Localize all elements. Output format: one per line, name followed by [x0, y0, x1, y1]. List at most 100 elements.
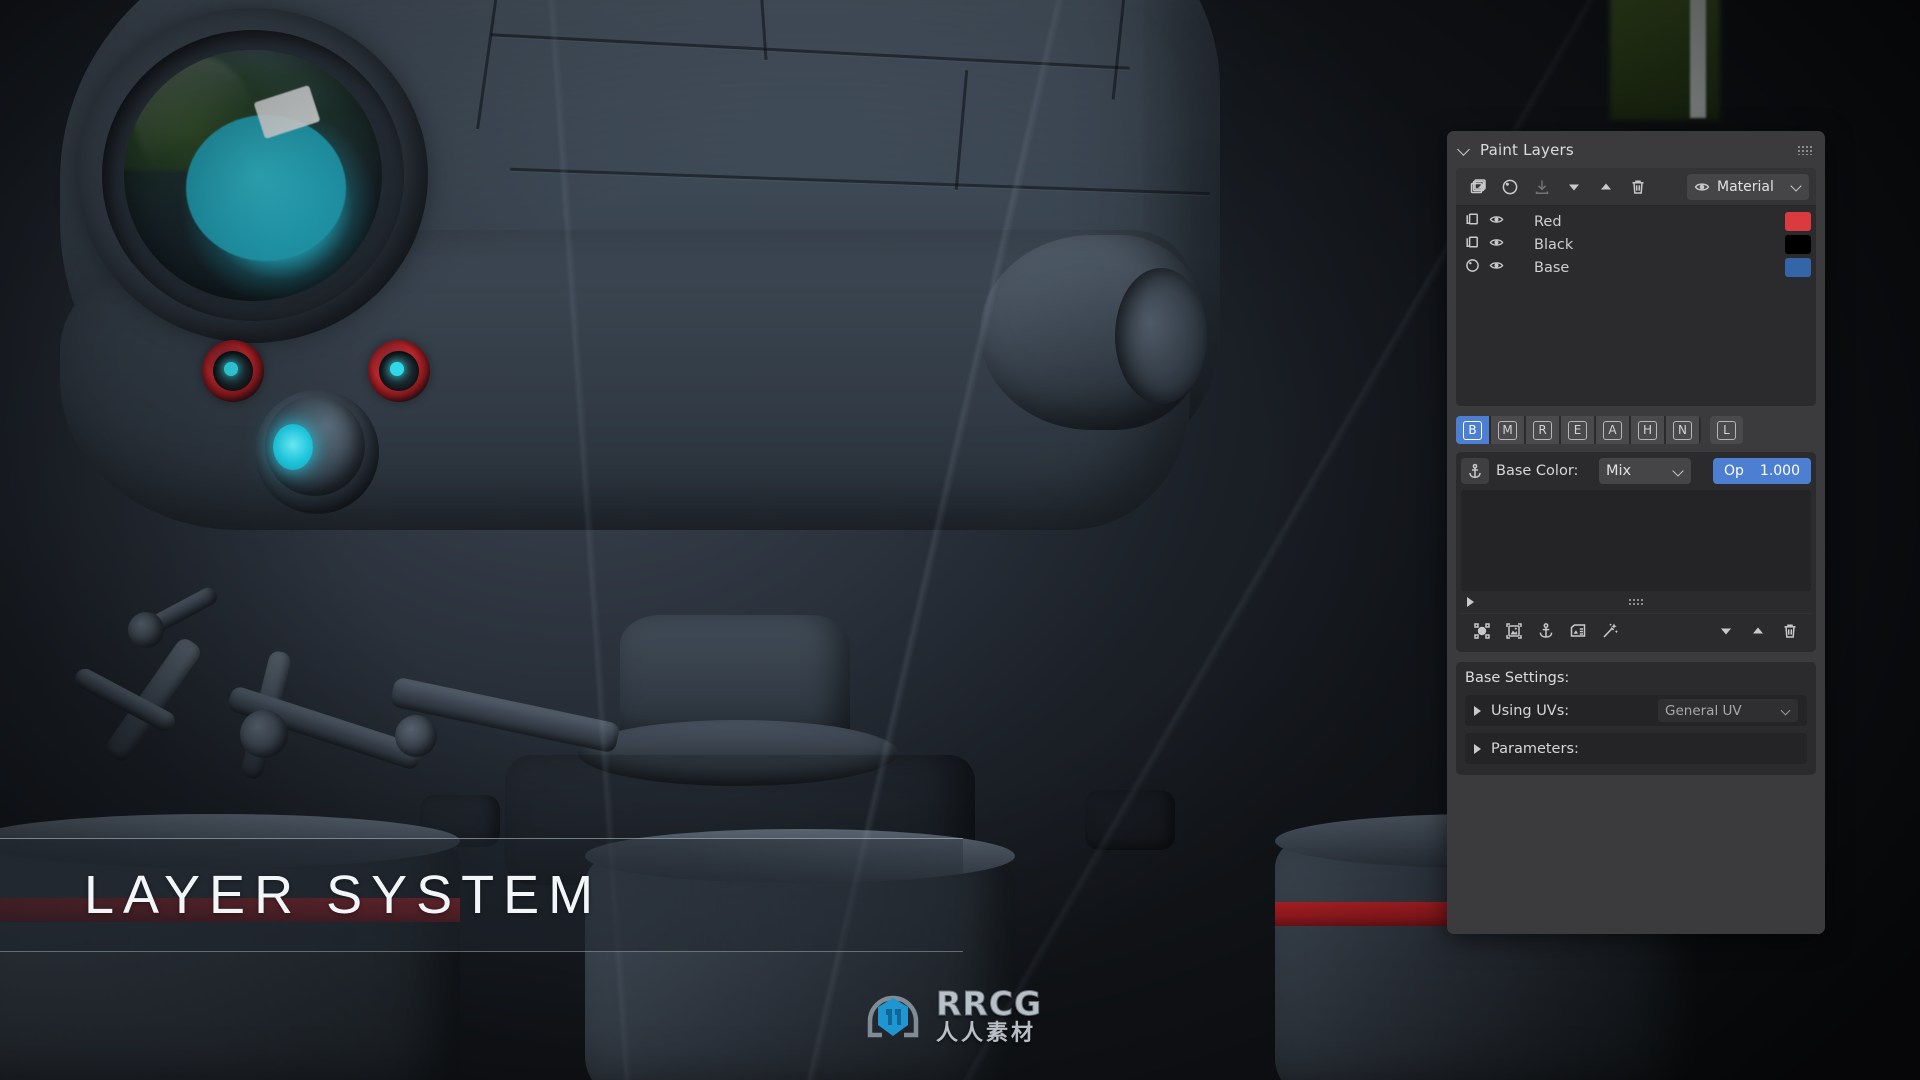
layer-color-swatch[interactable]: [1785, 212, 1811, 231]
add-paint-layer-button[interactable]: [1463, 173, 1493, 201]
channel-button-row: B M R E A H N L: [1456, 415, 1816, 445]
channel-alpha[interactable]: A: [1596, 416, 1629, 444]
parameters-label: Parameters:: [1491, 740, 1579, 757]
layer-name: Base: [1534, 259, 1570, 276]
robot-lens-inner-ring: [102, 30, 404, 321]
add-decal-node-button[interactable]: [1563, 618, 1593, 644]
node-list-footer: [1461, 591, 1811, 613]
robot-ball-led: [273, 424, 313, 470]
lens-sheen: [134, 55, 253, 181]
layer-row-base[interactable]: Base: [1456, 256, 1816, 279]
layer-list[interactable]: Red Black Base: [1456, 206, 1816, 406]
rrcg-logo-icon: [862, 985, 924, 1047]
import-layer-button[interactable]: [1527, 173, 1557, 201]
watermark: RRCG 人人素材: [862, 985, 1042, 1047]
node-list-canvas[interactable]: [1461, 490, 1811, 591]
robot-wedge-plate: [1245, 460, 1375, 565]
triangle-right-icon[interactable]: [1474, 743, 1481, 754]
channel-label: L: [1717, 420, 1736, 440]
base-settings-section: Base Settings: Using UVs: General UV Par…: [1456, 662, 1816, 775]
layer-row-red[interactable]: Red: [1456, 210, 1816, 233]
eye-icon: [1694, 182, 1710, 191]
channel-metallic[interactable]: M: [1491, 416, 1524, 444]
channel-label: A: [1603, 420, 1622, 440]
channel-roughness[interactable]: R: [1526, 416, 1559, 444]
channel-editor-header: Base Color: Mix Op 1.000: [1461, 457, 1811, 485]
move-node-up-button[interactable]: [1743, 618, 1773, 644]
panel-seam: [954, 70, 969, 190]
triangle-right-icon[interactable]: [1467, 597, 1474, 607]
add-material-layer-button[interactable]: [1495, 173, 1525, 201]
opacity-label: Op: [1724, 463, 1744, 479]
channel-label: B: [1463, 420, 1482, 440]
screen-root: LAYER SYSTEM RRCG 人人素材 Paint Layers Mate…: [0, 0, 1920, 1080]
uv-select[interactable]: General UV: [1658, 699, 1798, 722]
channel-label: R: [1533, 420, 1552, 440]
delete-layer-button[interactable]: [1623, 173, 1653, 201]
layer-visibility-toggle[interactable]: [1489, 235, 1504, 254]
add-effect-node-button[interactable]: [1595, 618, 1625, 644]
layer-visibility-toggle[interactable]: [1489, 212, 1504, 231]
robot-arm-joint: [240, 710, 288, 758]
robot-small-cylinder: [1085, 790, 1175, 850]
uv-select-value: General UV: [1665, 702, 1742, 719]
using-uvs-label: Using UVs:: [1491, 702, 1570, 719]
robot-ball-joint: [265, 396, 365, 496]
channel-label: M: [1498, 420, 1517, 440]
add-color-node-button[interactable]: [1467, 618, 1497, 644]
layer-toolbar: Material: [1456, 168, 1816, 206]
channel-base-color[interactable]: B: [1456, 416, 1489, 444]
panel-seam: [755, 0, 768, 60]
watermark-subtitle: 人人素材: [936, 1021, 1037, 1046]
layer-color-swatch[interactable]: [1785, 235, 1811, 254]
layer-stack-section: Material Red Black Base: [1456, 168, 1816, 406]
chevron-down-icon: [1791, 181, 1802, 192]
parameters-row[interactable]: Parameters:: [1465, 733, 1807, 764]
blend-mode-value: Mix: [1606, 463, 1632, 479]
channel-label: H: [1638, 420, 1657, 440]
triangle-right-icon[interactable]: [1474, 705, 1481, 716]
delete-node-button[interactable]: [1775, 618, 1805, 644]
using-uvs-row[interactable]: Using UVs: General UV: [1465, 695, 1807, 726]
panel-header[interactable]: Paint Layers: [1447, 131, 1825, 168]
channel-label: E: [1568, 420, 1587, 440]
panel-seam: [1111, 0, 1132, 100]
add-texture-node-button[interactable]: [1499, 618, 1529, 644]
layer-visibility-toggle[interactable]: [1489, 258, 1504, 277]
background-highlight-strip: [1690, 0, 1706, 118]
robot-lens-glass: [124, 50, 382, 301]
add-anchor-node-button[interactable]: [1531, 618, 1561, 644]
robot-sensor-right: [368, 340, 430, 402]
channel-group: B M R E A H N: [1456, 416, 1701, 444]
grip-dots-icon[interactable]: [1628, 598, 1644, 606]
channel-height[interactable]: H: [1631, 416, 1664, 444]
layer-row-black[interactable]: Black: [1456, 233, 1816, 256]
base-settings-title: Base Settings:: [1465, 670, 1570, 686]
copy-pages-icon: [1465, 212, 1480, 231]
channel-emission[interactable]: E: [1561, 416, 1594, 444]
title-banner: LAYER SYSTEM: [0, 838, 963, 952]
panel-seam: [490, 33, 1130, 70]
move-layer-down-button[interactable]: [1559, 173, 1589, 201]
layer-name: Black: [1534, 236, 1574, 253]
panel-title: Paint Layers: [1480, 140, 1574, 159]
layer-mode-select[interactable]: Material: [1687, 173, 1809, 200]
grip-dots-icon[interactable]: [1797, 144, 1813, 155]
panel-seam: [476, 0, 507, 130]
channel-layer-mask[interactable]: L: [1710, 416, 1743, 444]
watermark-brand: RRCG: [935, 984, 1043, 1023]
opacity-slider[interactable]: Op 1.000: [1713, 458, 1811, 484]
chevron-down-icon[interactable]: [1458, 143, 1471, 156]
layer-color-swatch[interactable]: [1785, 258, 1811, 277]
channel-normal[interactable]: N: [1666, 416, 1699, 444]
channel-editor-label: Base Color:: [1496, 463, 1579, 479]
chevron-down-icon: [1781, 706, 1791, 716]
move-node-down-button[interactable]: [1711, 618, 1741, 644]
blend-mode-select[interactable]: Mix: [1599, 458, 1691, 484]
chevron-down-icon: [1673, 466, 1684, 477]
robot-arm-joint: [128, 612, 164, 648]
move-layer-up-button[interactable]: [1591, 173, 1621, 201]
robot-arm-joint: [395, 715, 437, 757]
robot-sensor-left: [202, 340, 264, 402]
anchor-icon[interactable]: [1461, 458, 1489, 484]
